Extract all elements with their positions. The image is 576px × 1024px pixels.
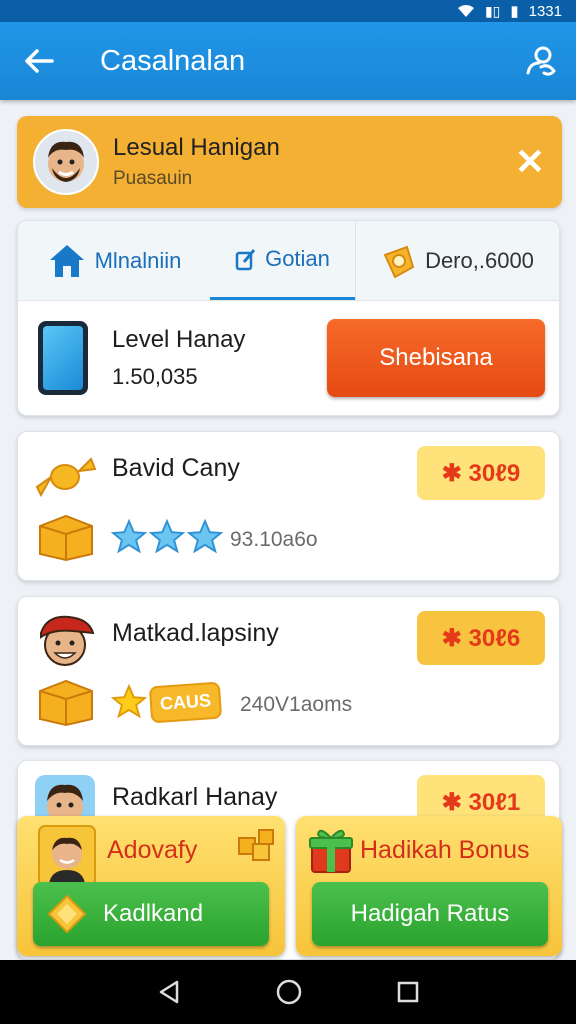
bonus-card-adovafy: Adovafy Kadlkand (17, 816, 285, 956)
status-time: 1331 (528, 2, 562, 20)
edit-icon (235, 249, 256, 271)
coin-icon (383, 245, 415, 278)
bonus-card-hadikah: Hadikah Bonus Hadigah Ratus (296, 816, 562, 956)
back-arrow-icon[interactable] (0, 22, 78, 100)
page-title: Casalnalan (100, 44, 246, 77)
list-item-meta: 240V1aoms (240, 693, 353, 716)
phone-icon (38, 321, 88, 395)
gem-icon (47, 894, 87, 934)
avatar (33, 129, 99, 195)
tab-coins-label: Dero,.6000 (425, 247, 534, 273)
list-item-name: Matkad.lapsiny (112, 619, 279, 647)
user-icon[interactable] (506, 22, 576, 100)
level-action-button[interactable]: Shebisana (327, 319, 545, 397)
tab-home-label: Mlnalniin (94, 247, 182, 273)
nav-back-icon[interactable] (156, 979, 182, 1005)
avatar (32, 607, 98, 673)
list-item-name: Radkarl Hanay (112, 783, 278, 811)
status-bar: ▮▯ ▮ 1331 (0, 0, 576, 22)
rating-stars: CAUS (110, 681, 223, 723)
treasure-box-icon (39, 679, 93, 727)
bonus-button-hadigah[interactable]: Hadigah Ratus (312, 882, 548, 946)
home-icon (49, 244, 84, 277)
list-item-name: Bavid Cany (112, 454, 240, 482)
banner-name: Lesual Hanigan (113, 134, 280, 161)
bonus-title: Adovafy (107, 836, 198, 864)
battery-icon: ▮ (510, 3, 519, 20)
tab-gotian-label: Gotian (265, 246, 330, 271)
avatar (38, 825, 96, 887)
tab-bar: Mlnalniin Gotian Dero,.6000 (18, 221, 559, 301)
tab-home[interactable]: Mlnalniin (18, 221, 210, 300)
price-badge[interactable]: ✱ 30ℓ9 (417, 446, 545, 500)
list-item[interactable]: Bavid Cany ✱ 30ℓ9 93.10a6o (17, 431, 560, 581)
star-icon (110, 683, 148, 719)
nav-home-icon[interactable] (275, 978, 303, 1006)
wifi-icon (457, 5, 474, 17)
tab-gotian[interactable]: Gotian (210, 221, 355, 300)
rating-stars (110, 518, 224, 556)
gold-blocks-icon (238, 829, 274, 861)
nav-recents-icon[interactable] (396, 980, 420, 1004)
status-badge: CAUS (148, 681, 223, 723)
level-card: Mlnalniin Gotian Dero,.6000 Level Hanay … (17, 220, 560, 416)
bonus-button-label: Kadlkand (103, 900, 204, 927)
star-icon (110, 518, 148, 554)
level-row: Level Hanay 1.50,035 Shebisana (18, 301, 559, 415)
tab-coins[interactable]: Dero,.6000 (355, 221, 559, 300)
close-icon[interactable]: ✕ (498, 130, 562, 194)
gift-icon (309, 829, 353, 873)
banner-subtitle: Puasauin (113, 168, 193, 189)
level-title: Level Hanay (112, 326, 246, 353)
bonus-title: Hadikah Bonus (360, 836, 530, 864)
candy-icon (32, 442, 98, 508)
profile-banner: Lesual Hanigan Puasauin ✕ (17, 116, 562, 208)
app-bar: Casalnalan (0, 22, 576, 100)
list-item-meta: 93.10a6o (230, 528, 318, 551)
treasure-box-icon (39, 514, 93, 562)
signal-icon: ▮▯ (484, 2, 501, 19)
star-icon (186, 518, 224, 554)
star-icon (148, 518, 186, 554)
bonus-button-kadlkand[interactable]: Kadlkand (33, 882, 269, 946)
list-item[interactable]: Matkad.lapsiny ✱ 30ℓ6 CAUS 240V1aoms (17, 596, 560, 746)
price-badge[interactable]: ✱ 30ℓ6 (417, 611, 545, 665)
system-nav-bar (0, 960, 576, 1024)
level-value: 1.50,035 (112, 364, 198, 389)
